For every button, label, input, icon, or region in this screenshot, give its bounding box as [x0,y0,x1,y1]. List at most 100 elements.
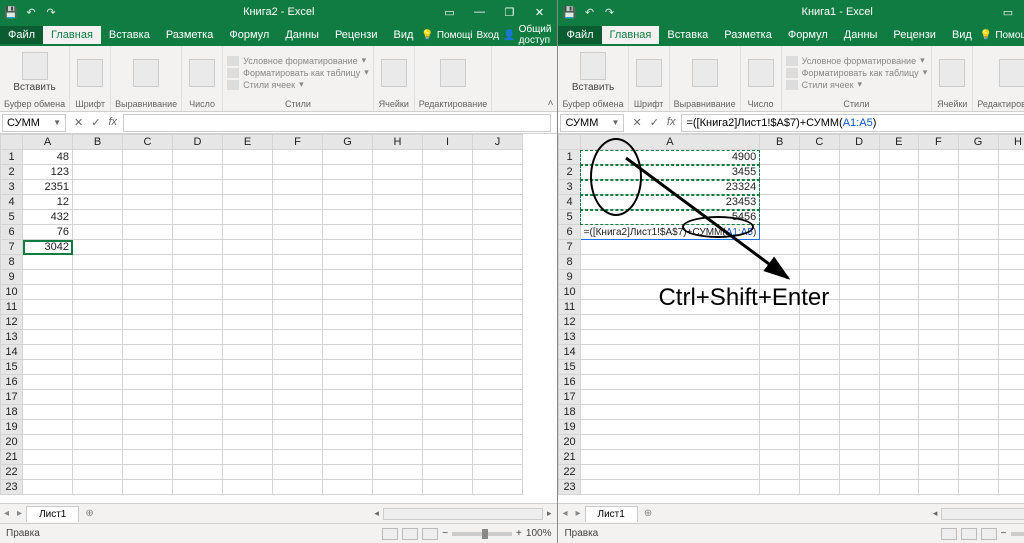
conditional-formatting[interactable]: Условное форматирование ▾ [786,55,928,66]
cell-F13[interactable] [919,330,958,345]
tab-data[interactable]: Данны [836,26,886,44]
cell-C13[interactable] [799,330,839,345]
cell-I11[interactable] [423,300,473,315]
cell-B11[interactable] [73,300,123,315]
fx-icon[interactable]: fx [108,116,117,129]
cell-G2[interactable] [323,165,373,180]
add-sheet-icon[interactable]: ⊕ [79,508,99,519]
cell-H17[interactable] [373,390,423,405]
cell-B6[interactable] [73,225,123,240]
cell-F12[interactable] [919,315,958,330]
worksheet-grid[interactable]: ABCDEFGHIJ1490023455323324423453554566=(… [558,134,1024,503]
cell-G20[interactable] [323,435,373,450]
cell-G9[interactable] [323,270,373,285]
sheet-nav-prev[interactable]: ◂ [0,508,13,519]
cell-C18[interactable] [123,405,173,420]
cell-D6[interactable] [839,225,879,240]
cell-E1[interactable] [223,150,273,165]
cell-G6[interactable] [958,225,998,240]
cell-C14[interactable] [123,345,173,360]
cell-F2[interactable] [919,165,958,180]
cell-F11[interactable] [273,300,323,315]
cell-I19[interactable] [423,420,473,435]
cell-E10[interactable] [879,285,919,300]
cell-C7[interactable] [799,240,839,255]
cell-J9[interactable] [473,270,523,285]
cell-F16[interactable] [919,375,958,390]
cell-B16[interactable] [760,375,800,390]
cell-C15[interactable] [799,360,839,375]
cell-C17[interactable] [123,390,173,405]
cell-I23[interactable] [423,480,473,495]
cell-F11[interactable] [919,300,958,315]
worksheet-grid[interactable]: ABCDEFGHIJ148212332351412543267673042891… [0,134,557,503]
cell-styles[interactable]: Стили ячеек ▾ [786,79,928,90]
cell-E5[interactable] [879,210,919,225]
format-as-table[interactable]: Форматировать как таблицу ▾ [227,67,369,78]
cell-A5[interactable]: 5456 [580,210,760,225]
cell-G22[interactable] [958,465,998,480]
cell-B22[interactable] [73,465,123,480]
cell-J14[interactable] [473,345,523,360]
cell-F5[interactable] [919,210,958,225]
cell-A9[interactable] [23,270,73,285]
cell-C22[interactable] [799,465,839,480]
cell-E20[interactable] [879,435,919,450]
cell-A3[interactable]: 2351 [23,180,73,195]
cell-B11[interactable] [760,300,800,315]
cell-H8[interactable] [373,255,423,270]
cell-C9[interactable] [123,270,173,285]
cell-D14[interactable] [839,345,879,360]
cell-B10[interactable] [73,285,123,300]
cell-D11[interactable] [839,300,879,315]
accept-formula-icon[interactable]: ✓ [91,116,100,129]
cell-E2[interactable] [879,165,919,180]
cell-A21[interactable] [23,450,73,465]
cell-D20[interactable] [173,435,223,450]
cell-E16[interactable] [879,375,919,390]
cell-J2[interactable] [473,165,523,180]
cell-H4[interactable] [373,195,423,210]
cell-B12[interactable] [760,315,800,330]
cell-H5[interactable] [373,210,423,225]
cell-F6[interactable] [919,225,958,240]
cell-A17[interactable] [23,390,73,405]
cell-H7[interactable] [998,240,1024,255]
cell-E7[interactable] [223,240,273,255]
scroll-right-icon[interactable]: ▸ [545,508,554,519]
cell-B21[interactable] [760,450,800,465]
cell-I9[interactable] [423,270,473,285]
cell-B6[interactable] [760,225,800,240]
cell-B12[interactable] [73,315,123,330]
cell-G3[interactable] [323,180,373,195]
cell-A6[interactable]: 76 [23,225,73,240]
cell-G14[interactable] [958,345,998,360]
cell-C1[interactable] [123,150,173,165]
cell-F22[interactable] [919,465,958,480]
cell-B3[interactable] [760,180,800,195]
cell-G12[interactable] [958,315,998,330]
cell-A4[interactable]: 23453 [580,195,760,210]
cell-G16[interactable] [323,375,373,390]
cell-C12[interactable] [123,315,173,330]
cell-B13[interactable] [760,330,800,345]
cell-C6[interactable] [123,225,173,240]
cell-I20[interactable] [423,435,473,450]
cell-E15[interactable] [879,360,919,375]
cell-E23[interactable] [223,480,273,495]
cell-D1[interactable] [839,150,879,165]
cell-D2[interactable] [839,165,879,180]
font-icon[interactable] [74,57,106,89]
cell-E5[interactable] [223,210,273,225]
cell-E21[interactable] [879,450,919,465]
cell-H18[interactable] [998,405,1024,420]
cell-J5[interactable] [473,210,523,225]
cell-E13[interactable] [223,330,273,345]
cell-B2[interactable] [73,165,123,180]
cell-A7[interactable]: 3042 [23,240,73,255]
cell-F15[interactable] [919,360,958,375]
view-page-break-icon[interactable] [422,528,438,540]
cell-B16[interactable] [73,375,123,390]
cell-C8[interactable] [799,255,839,270]
cell-F19[interactable] [919,420,958,435]
